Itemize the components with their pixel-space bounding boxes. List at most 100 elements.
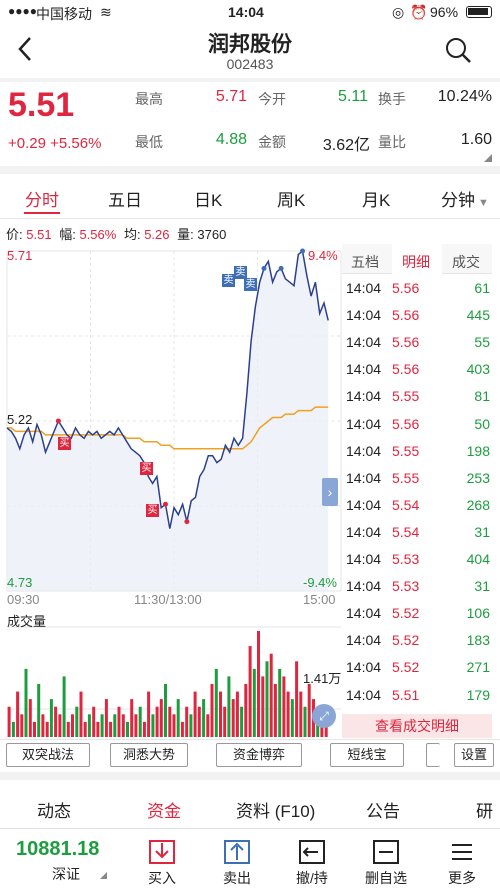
tick-volume: 106 <box>466 605 490 622</box>
sell-button[interactable]: 卖出 <box>207 838 267 886</box>
volume-bar <box>83 721 87 737</box>
volume-bar <box>168 706 172 737</box>
tool-button-overflow[interactable] <box>426 743 440 767</box>
tick-price: 5.53 <box>392 578 420 595</box>
buy-marker[interactable]: 买 <box>146 504 159 517</box>
buy-marker[interactable]: 买 <box>58 437 71 450</box>
tab-tick-detail[interactable]: 明细 <box>402 252 430 272</box>
tick-volume: 198 <box>466 442 490 459</box>
tick-row: 14:04 5.56 61 <box>342 276 492 303</box>
expand-corner-icon[interactable] <box>484 154 492 162</box>
tick-price: 5.56 <box>392 415 420 432</box>
tick-price: 5.54 <box>392 523 420 540</box>
quote-label-amount: 金额 <box>258 134 286 150</box>
tab-research[interactable]: 研报 <box>476 797 500 819</box>
intraday-chart[interactable] <box>0 240 342 740</box>
volume-bar <box>282 676 286 737</box>
more-button[interactable]: 更多 <box>432 838 492 886</box>
volume-bar <box>49 699 53 737</box>
search-button[interactable] <box>444 36 472 64</box>
tab-f10[interactable]: 资料 (F10) <box>236 797 315 822</box>
volume-bar <box>303 706 307 737</box>
battery-icon <box>466 6 492 18</box>
buy-marker[interactable]: 买 <box>140 462 153 475</box>
volume-bar <box>117 706 121 737</box>
volume-bar <box>126 721 129 737</box>
remove-watchlist-button[interactable]: 删自选 <box>356 838 416 886</box>
view-all-deals-link[interactable]: 查看成交明细 <box>342 714 492 738</box>
volume-bar <box>109 721 113 737</box>
volume-bar <box>172 714 176 737</box>
tool-button-breakout[interactable]: 双突战法 <box>6 743 90 767</box>
cancel-hold-button[interactable]: 撤/持 <box>282 838 342 886</box>
volume-bar <box>185 706 189 737</box>
tick-price: 5.56 <box>392 334 420 351</box>
tick-price: 5.56 <box>392 307 420 324</box>
current-price: 5.51 <box>8 86 75 124</box>
volume-bar <box>235 691 239 737</box>
trade-point <box>162 501 168 507</box>
divider <box>0 166 500 174</box>
divider <box>0 828 500 829</box>
remove-watchlist-button-label: 删自选 <box>365 870 407 886</box>
tab-minute[interactable]: 分钟 ▼ <box>441 186 489 211</box>
tool-button-trend[interactable]: 洞悉大势 <box>110 743 188 767</box>
tick-time: 14:04 <box>346 659 382 676</box>
tab-capital[interactable]: 资金 <box>147 797 181 822</box>
trade-point <box>278 265 284 271</box>
tab-weekly-k[interactable]: 周K <box>277 186 305 211</box>
volume-bar <box>58 714 62 737</box>
tick-row: 14:04 5.56 445 <box>342 303 492 330</box>
tab-news[interactable]: 动态 <box>37 797 71 822</box>
wifi-icon: ≋ <box>100 4 112 20</box>
volume-bar <box>113 714 117 737</box>
status-bar: ●●●● 中国移动 ≋ 14:04 ◎ ⏰ 96% <box>0 0 500 26</box>
volume-bar <box>219 691 222 737</box>
volume-bar <box>7 706 11 737</box>
more-button-label: 更多 <box>448 870 476 886</box>
sell-marker[interactable]: 卖 <box>244 278 257 291</box>
tick-time: 14:04 <box>346 551 382 567</box>
tab-five-day[interactable]: 五日 <box>108 186 142 211</box>
tick-time: 14:04 <box>346 334 382 351</box>
volume-bar <box>151 714 155 737</box>
tab-daily-k[interactable]: 日K <box>194 186 222 211</box>
tab-monthly-k[interactable]: 月K <box>362 186 390 211</box>
tool-button-short-term[interactable]: 短线宝 <box>330 743 404 767</box>
settings-button[interactable]: 设置 <box>454 743 494 767</box>
quote-label-high: 最高 <box>135 91 163 107</box>
tick-volume: 31 <box>474 578 490 595</box>
trade-point <box>55 418 61 424</box>
volume-bar <box>11 721 15 737</box>
volume-bar <box>227 676 231 737</box>
expand-panel-button[interactable]: › <box>322 478 338 506</box>
tick-time: 14:04 <box>346 307 382 324</box>
volume-bar <box>33 721 36 737</box>
index-name[interactable]: 深证 <box>52 864 80 884</box>
volume-bar <box>134 714 138 737</box>
tab-intraday[interactable]: 分时 <box>25 186 59 211</box>
tick-row: 14:04 5.55 253 <box>342 466 492 493</box>
chevron-right-icon: › <box>327 484 333 500</box>
tool-button-fund-game[interactable]: 资金博弈 <box>216 743 302 767</box>
volume-bar <box>130 699 134 737</box>
buy-button[interactable]: 买入 <box>132 838 192 886</box>
volume-bar <box>37 684 41 737</box>
search-icon <box>446 38 471 63</box>
volume-bars <box>7 631 328 737</box>
tick-volume: 445 <box>466 307 490 324</box>
index-value[interactable]: 10881.18 <box>16 838 99 861</box>
tab-deals[interactable]: 成交 <box>452 252 480 272</box>
tick-volume: 403 <box>466 361 490 378</box>
tick-row: 14:04 5.55 198 <box>342 439 492 466</box>
fullscreen-icon: ⤢ <box>319 709 329 723</box>
volume-bar <box>240 706 244 737</box>
tab-announcements[interactable]: 公告 <box>366 797 400 822</box>
volume-bar <box>206 714 210 737</box>
tab-order-book[interactable]: 五档 <box>351 252 379 272</box>
pct-label-bottom: -9.4% <box>303 575 337 590</box>
quote-label-volume-ratio: 量比 <box>378 134 406 150</box>
y-label-bottom: 4.73 <box>7 575 33 590</box>
volume-bar <box>104 699 108 737</box>
fullscreen-button[interactable]: ⤢ <box>312 704 336 728</box>
